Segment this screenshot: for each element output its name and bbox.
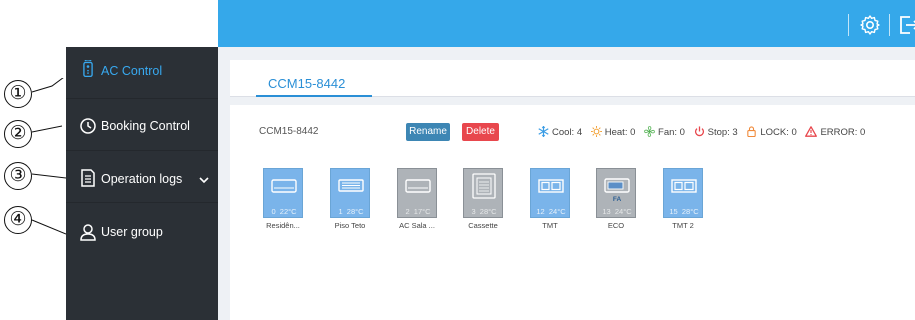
stat-cool-text: Cool: 4 [552, 127, 583, 138]
unit-reading: 3 28°C [471, 207, 497, 216]
gear-icon[interactable] [858, 13, 882, 37]
stat-heat-text: Heat: 0 [604, 127, 636, 138]
tab-bar: CCM15-8442 [230, 60, 915, 97]
warning-icon [805, 126, 818, 137]
document-icon [81, 169, 95, 187]
sidebar-item-label: AC Control [101, 64, 163, 78]
status-summary: Cool: 4 Heat: 0 Fan: 0 Stop: 3 LOCK: 0 E… [538, 126, 871, 138]
tab-ccm15-8442[interactable]: CCM15-8442 [268, 76, 345, 91]
annotation-3: ③ [0, 160, 66, 200]
user-icon [80, 224, 96, 241]
ac-unit[interactable]: 0 22°C Residên... [263, 168, 303, 230]
clock-icon [80, 118, 96, 134]
stat-heat: Heat: 0 [590, 126, 636, 138]
unit-tile: FA 13 24°C [596, 168, 636, 218]
ac-unit[interactable]: 3 28°C Cassette [463, 168, 503, 230]
unit-name: Cassette [468, 221, 498, 230]
ac-unit[interactable]: FA 13 24°C ECO [596, 168, 636, 230]
sidebar: AC Control Booking Control Operation log… [66, 47, 218, 320]
annotation-1: ① [0, 78, 66, 118]
stat-error: ERROR: 0 [805, 126, 865, 138]
unit-reading: 12 24°C [536, 207, 566, 216]
annotation-leader [31, 173, 66, 179]
delete-button[interactable]: Delete [462, 123, 499, 141]
unit-tag: FA [612, 196, 622, 203]
top-bar [218, 0, 915, 47]
unit-name: Residên... [266, 221, 300, 230]
wall-ac-icon [405, 179, 431, 193]
cassette-ac-icon [472, 173, 496, 199]
annotation-leader [31, 125, 63, 133]
stat-error-text: ERROR: 0 [820, 127, 866, 138]
floor-ceiling-ac-icon [338, 179, 364, 192]
annotation-2: ② [0, 118, 66, 158]
unit-name: TMT [542, 221, 558, 230]
unit-reading: 2 17°C [405, 207, 431, 216]
duct-ac-icon [671, 179, 697, 193]
rename-button[interactable]: Rename [406, 123, 450, 141]
sidebar-item-label: User group [101, 225, 163, 239]
fresh-air-unit-icon [604, 178, 630, 193]
power-icon [694, 126, 704, 137]
unit-tile: 3 28°C [463, 168, 503, 218]
unit-name: AC Sala ... [399, 221, 435, 230]
chevron-down-icon[interactable] [198, 174, 210, 186]
annotation-leader [31, 219, 66, 235]
device-panel: CCM15-8442 Rename Delete Cool: 4 Heat: 0… [230, 105, 915, 320]
stat-cool: Cool: 4 [538, 126, 582, 138]
unit-tile: 12 24°C [530, 168, 570, 218]
unit-reading: 15 28°C [669, 207, 699, 216]
duct-ac-icon [538, 179, 564, 193]
stat-lock-text: LOCK: 0 [760, 127, 797, 138]
ac-unit[interactable]: 2 17°C AC Sala ... [397, 168, 437, 230]
unit-reading: 1 28°C [338, 207, 364, 216]
unit-tile: 1 28°C [330, 168, 370, 218]
unit-name: Piso Teto [334, 221, 366, 230]
divider [889, 14, 890, 36]
tab-active-indicator [256, 95, 372, 97]
divider [848, 14, 849, 36]
wall-ac-icon [271, 179, 297, 193]
sidebar-item-booking-control[interactable]: Booking Control [66, 99, 218, 151]
fan-icon [644, 126, 655, 137]
unit-name: ECO [607, 221, 625, 230]
device-name: CCM15-8442 [259, 126, 319, 137]
lock-icon [747, 126, 757, 138]
unit-tile: 2 17°C [397, 168, 437, 218]
remote-icon [83, 60, 93, 78]
unit-reading: 0 22°C [271, 207, 297, 216]
ac-unit[interactable]: 15 28°C TMT 2 [663, 168, 703, 230]
sidebar-item-ac-control[interactable]: AC Control [66, 47, 218, 99]
sidebar-item-label: Booking Control [101, 119, 190, 133]
unit-reading: 13 24°C [602, 207, 632, 216]
snowflake-icon [538, 126, 549, 137]
stat-fan: Fan: 0 [644, 126, 685, 138]
stat-lock: LOCK: 0 [746, 126, 797, 138]
logout-icon[interactable] [896, 13, 915, 37]
sidebar-item-label: Operation logs [101, 172, 183, 186]
ac-unit[interactable]: 1 28°C Piso Teto [330, 168, 370, 230]
unit-tile: 0 22°C [263, 168, 303, 218]
unit-name: TMT 2 [672, 221, 694, 230]
sidebar-item-operation-logs[interactable]: Operation logs [66, 151, 218, 203]
annotation-4: ④ [0, 204, 66, 244]
sidebar-item-user-group[interactable]: User group [66, 203, 218, 255]
stat-stop: Stop: 3 [694, 126, 738, 138]
annotation-leader [31, 78, 64, 93]
ac-unit[interactable]: 12 24°C TMT [530, 168, 570, 230]
stat-fan-text: Fan: 0 [658, 127, 685, 138]
unit-tile: 15 28°C [663, 168, 703, 218]
stat-stop-text: Stop: 3 [707, 127, 738, 138]
sun-icon [590, 126, 602, 137]
